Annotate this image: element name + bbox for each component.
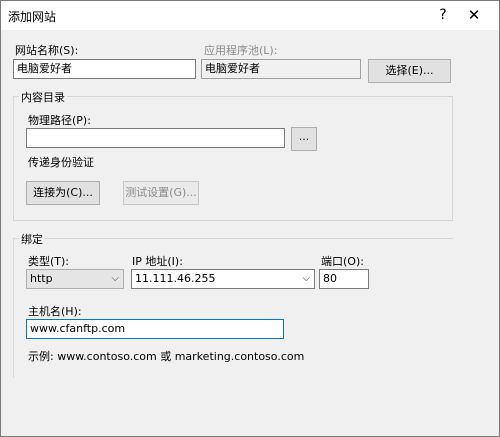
site-name-label: 网站名称(S): <box>15 44 79 57</box>
type-select[interactable]: http ⌵ <box>26 269 124 289</box>
binding-title: 绑定 <box>19 231 45 247</box>
browse-button[interactable]: ... <box>291 127 317 151</box>
close-icon[interactable]: ✕ <box>461 5 487 25</box>
chevron-down-icon: ⌵ <box>111 273 119 284</box>
example-text: 示例: www.contoso.com 或 marketing.contoso.… <box>28 350 305 363</box>
site-name-input[interactable]: 电脑爱好者 <box>13 59 196 79</box>
app-pool-field: 电脑爱好者 <box>201 59 361 79</box>
host-name-input[interactable]: www.cfanftp.com <box>26 319 284 339</box>
test-settings-button: 测试设置(G)... <box>123 181 199 205</box>
title-bar: 添加网站 ? ✕ <box>1 1 499 30</box>
app-pool-label: 应用程序池(L): <box>204 44 278 57</box>
content-directory-title: 内容目录 <box>19 89 67 105</box>
ip-label: IP 地址(I): <box>132 255 183 268</box>
help-icon[interactable]: ? <box>433 5 453 25</box>
window-title: 添加网站 <box>8 10 57 24</box>
ip-address-value: 11.111.46.255 <box>135 272 216 285</box>
port-label: 端口(O): <box>321 255 364 268</box>
select-app-pool-button[interactable]: 选择(E)... <box>368 59 451 83</box>
connect-as-button[interactable]: 连接为(C)... <box>26 181 100 205</box>
type-select-value: http <box>30 272 53 285</box>
physical-path-label: 物理路径(P): <box>28 114 91 127</box>
add-website-dialog: 添加网站 ? ✕ 网站名称(S): 电脑爱好者 应用程序池(L): 电脑爱好者 … <box>0 0 500 437</box>
ip-address-combo[interactable]: 11.111.46.255 ⌵ <box>131 269 315 289</box>
physical-path-input[interactable] <box>26 128 285 148</box>
chevron-down-icon: ⌵ <box>302 273 310 284</box>
host-name-label: 主机名(H): <box>28 305 82 318</box>
pass-auth-label: 传递身份验证 <box>28 156 94 169</box>
type-label: 类型(T): <box>28 255 70 268</box>
port-input[interactable]: 80 <box>319 269 369 289</box>
